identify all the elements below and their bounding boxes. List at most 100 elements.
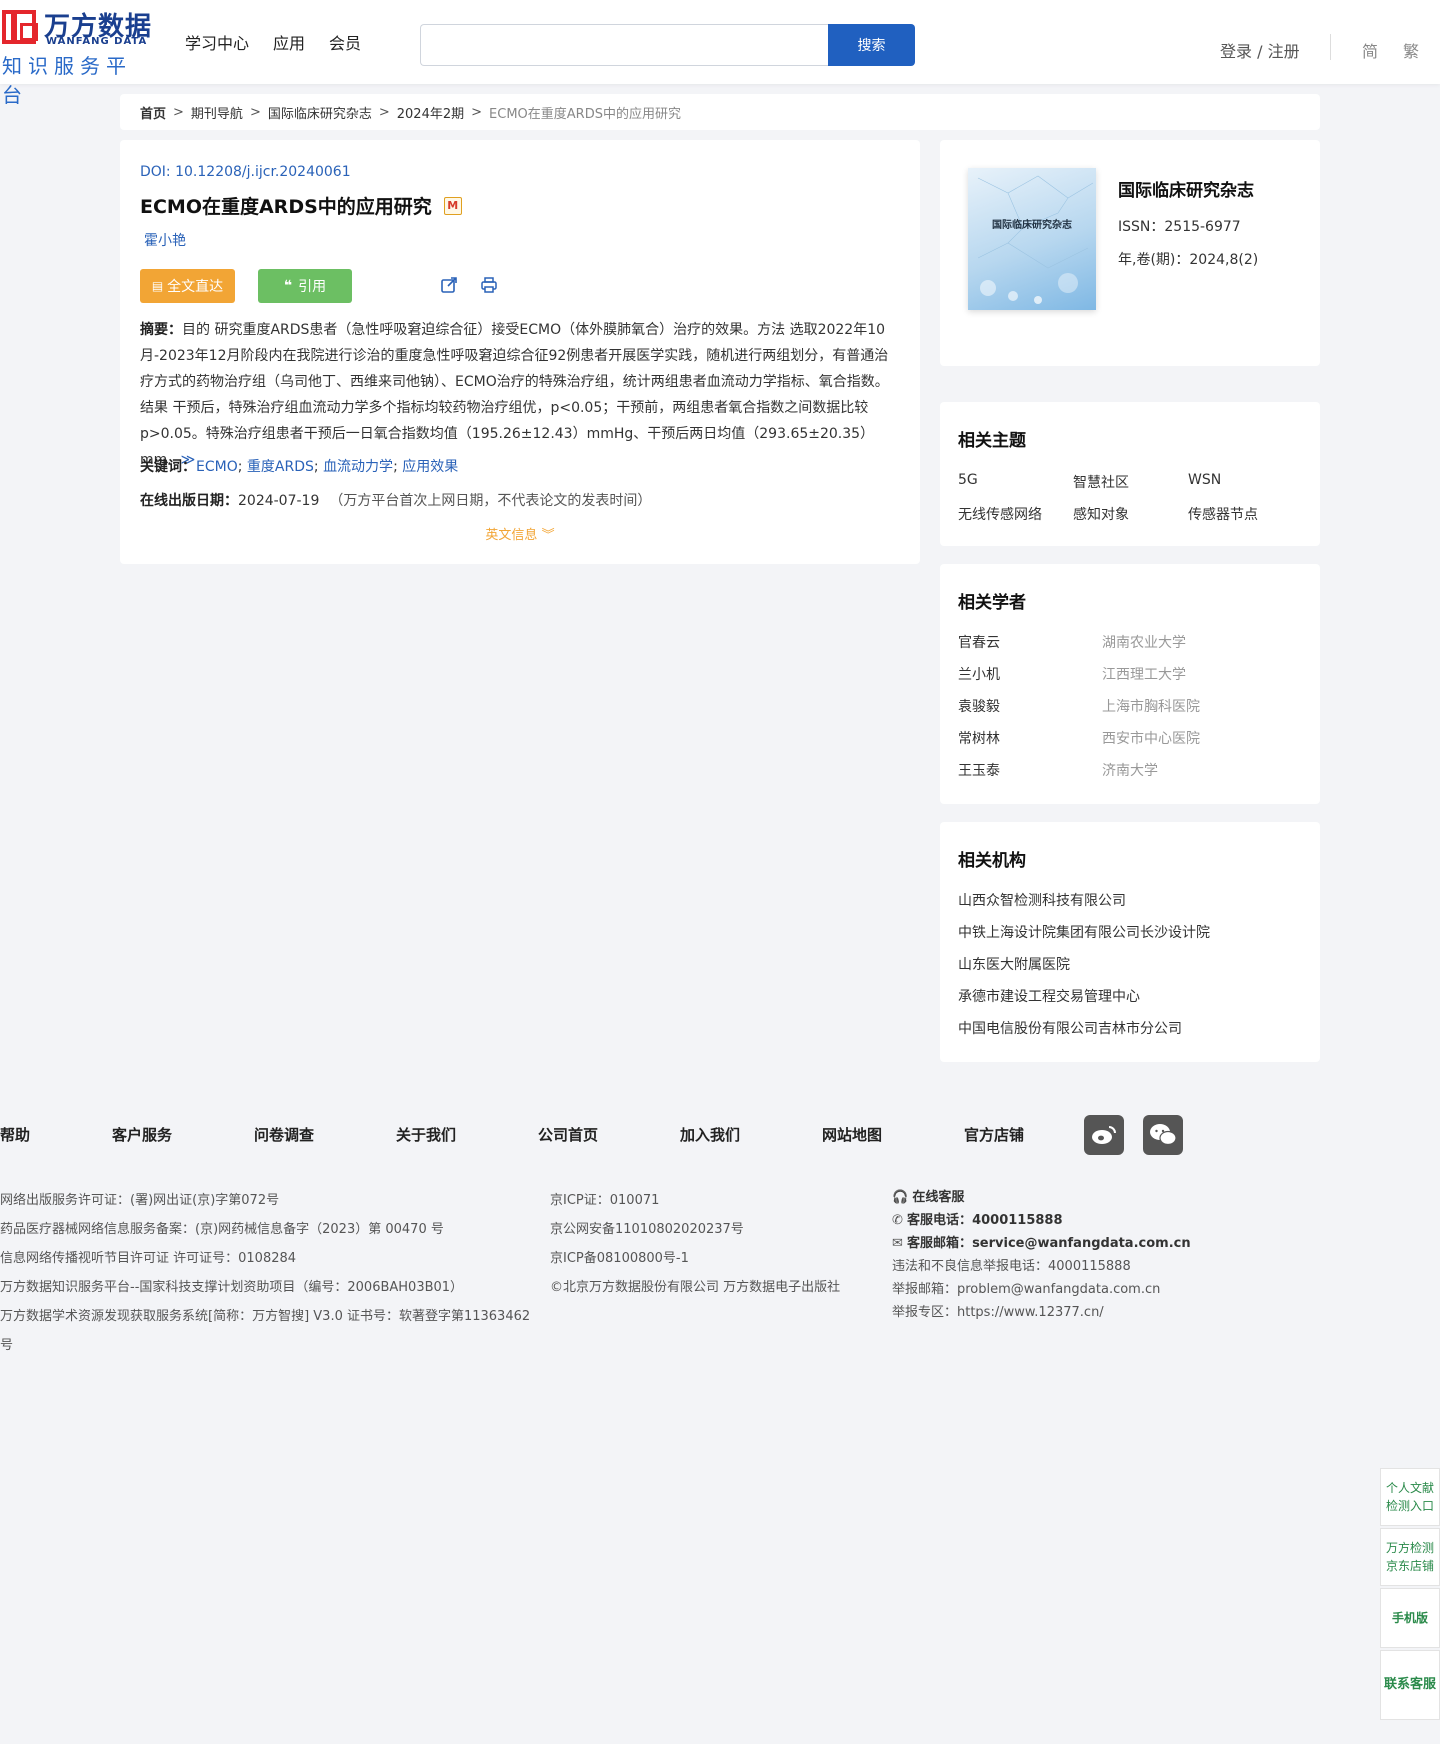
footer-link-store[interactable]: 官方店铺 bbox=[964, 1124, 1024, 1145]
footer-licenses: 网络出版服务许可证：(署)网出证(京)字第072号 药品医疗器械网络信息服务备案… bbox=[0, 1186, 540, 1360]
personal-check-entry[interactable]: 个人文献检测入口 bbox=[1380, 1468, 1440, 1526]
list-item: 官春云 湖南农业大学 bbox=[958, 632, 1298, 664]
journal-cover[interactable]: 国际临床研究杂志 bbox=[968, 168, 1096, 310]
doi-link[interactable]: 10.12208/j.ijcr.20240061 bbox=[175, 164, 351, 180]
topic-link[interactable]: WSN bbox=[1188, 472, 1298, 492]
footer-link-survey[interactable]: 问卷调查 bbox=[254, 1124, 314, 1145]
org-link[interactable]: 中铁上海设计院集团有限公司长沙设计院 bbox=[958, 925, 1210, 941]
nav-learning-center[interactable]: 学习中心 bbox=[185, 30, 249, 54]
weibo-icon[interactable] bbox=[1084, 1115, 1124, 1155]
footer-link-sitemap[interactable]: 网站地图 bbox=[822, 1124, 882, 1145]
breadcrumb-home[interactable]: 首页 bbox=[140, 103, 166, 122]
abstract-label: 摘要： bbox=[140, 322, 182, 338]
topic-link[interactable]: 感知对象 bbox=[1073, 504, 1188, 524]
footer-icp-line[interactable]: 京ICP备08100800号-1 bbox=[550, 1244, 870, 1273]
scholar-org[interactable]: 济南大学 bbox=[1102, 760, 1158, 792]
nav-membership[interactable]: 会员 bbox=[329, 30, 361, 54]
breadcrumb: 首页 > 期刊导航 > 国际临床研究杂志 > 2024年2期 > ECMO在重度… bbox=[120, 94, 1320, 130]
footer-icp-line[interactable]: 京公网安备11010802020237号 bbox=[550, 1215, 870, 1244]
abstract: 摘要：目的 研究重度ARDS患者（急性呼吸窘迫综合征）接受ECMO（体外膜肺氧合… bbox=[140, 317, 900, 473]
nav-apps[interactable]: 应用 bbox=[273, 30, 305, 54]
topic-link[interactable]: 传感器节点 bbox=[1188, 504, 1298, 524]
lang-simplified[interactable]: 简 bbox=[1362, 38, 1378, 62]
topic-link[interactable]: 无线传感网络 bbox=[958, 504, 1073, 524]
related-orgs-card: 相关机构 山西众智检测科技有限公司 中铁上海设计院集团有限公司长沙设计院 山东医… bbox=[940, 822, 1320, 1062]
keyword-link[interactable]: 应用效果 bbox=[402, 459, 458, 475]
scholar-org[interactable]: 湖南农业大学 bbox=[1102, 632, 1186, 664]
search-button[interactable]: 搜索 bbox=[828, 24, 915, 66]
online-service[interactable]: 🎧 在线客服 bbox=[892, 1186, 1222, 1209]
journal-name[interactable]: 国际临床研究杂志 bbox=[1118, 176, 1254, 201]
footer-link-company[interactable]: 公司首页 bbox=[538, 1124, 598, 1145]
keywords: 关键词：ECMO; 重度ARDS; 血流动力学; 应用效果 bbox=[140, 459, 459, 475]
publish-date-value: 2024-07-19 bbox=[238, 493, 320, 509]
search-input[interactable] bbox=[420, 24, 828, 66]
footer-license-line: 万方数据学术资源发现获取服务系统[简称：万方智搜] V3.0 证书号：软著登字第… bbox=[0, 1309, 531, 1353]
keyword-link[interactable]: 重度ARDS bbox=[247, 459, 314, 475]
footer-link-join[interactable]: 加入我们 bbox=[680, 1124, 740, 1145]
print-icon[interactable] bbox=[480, 276, 498, 294]
journal-issn: ISSN：2515-6977 bbox=[1118, 219, 1241, 235]
login-register-link[interactable]: 登录 / 注册 bbox=[1220, 38, 1300, 62]
wechat-icon[interactable] bbox=[1143, 1115, 1183, 1155]
service-phone: ✆ 客服电话：4000115888 bbox=[892, 1213, 1063, 1228]
org-link[interactable]: 山西众智检测科技有限公司 bbox=[958, 893, 1126, 909]
keyword-link[interactable]: ECMO bbox=[196, 459, 238, 475]
related-topics-title: 相关主题 bbox=[958, 431, 1026, 451]
scholar-name[interactable]: 袁骏毅 bbox=[958, 696, 1102, 728]
breadcrumb-separator: > bbox=[249, 104, 261, 120]
share-icon[interactable] bbox=[440, 276, 458, 294]
contact-service[interactable]: 联系客服 bbox=[1380, 1650, 1440, 1720]
author-link[interactable]: 霍小艳 bbox=[144, 230, 186, 250]
scholar-name[interactable]: 王玉泰 bbox=[958, 760, 1102, 792]
publish-date: 在线出版日期：2024-07-19 （万方平台首次上网日期，不代表论文的发表时间） bbox=[140, 490, 651, 510]
footer-link-about[interactable]: 关于我们 bbox=[396, 1124, 456, 1145]
jd-store-link[interactable]: 万方检测京东店铺 bbox=[1380, 1528, 1440, 1586]
report-zone[interactable]: 举报专区：https://www.12377.cn/ bbox=[892, 1301, 1222, 1324]
footer-icp-line[interactable]: 京ICP证：010071 bbox=[550, 1186, 870, 1215]
headset-icon: 🎧 bbox=[892, 1190, 909, 1205]
org-link[interactable]: 中国电信股份有限公司吉林市分公司 bbox=[958, 1021, 1182, 1037]
scholar-org[interactable]: 西安市中心医院 bbox=[1102, 728, 1200, 760]
scholar-org[interactable]: 上海市胸科医院 bbox=[1102, 696, 1200, 728]
org-link[interactable]: 承德市建设工程交易管理中心 bbox=[958, 989, 1140, 1005]
english-info-toggle[interactable]: 英文信息 ︾ bbox=[120, 524, 920, 543]
footer-link-service[interactable]: 客户服务 bbox=[112, 1124, 172, 1145]
keyword-link[interactable]: 血流动力学 bbox=[323, 459, 393, 475]
mobile-version[interactable]: 手机版 bbox=[1380, 1588, 1440, 1648]
m-badge-icon[interactable]: M bbox=[443, 196, 462, 215]
report-phone: 违法和不良信息举报电话：4000115888 bbox=[892, 1259, 1131, 1274]
related-scholars-title: 相关学者 bbox=[958, 593, 1026, 613]
lang-traditional[interactable]: 繁 bbox=[1403, 38, 1419, 62]
org-link[interactable]: 山东医大附属医院 bbox=[958, 957, 1070, 973]
scholar-name[interactable]: 常树林 bbox=[958, 728, 1102, 760]
article-card: DOI: 10.12208/j.ijcr.20240061 ECMO在重度ARD… bbox=[120, 140, 920, 564]
topic-link[interactable]: 智慧社区 bbox=[1073, 472, 1188, 492]
doi-label: DOI: bbox=[140, 164, 176, 180]
scholar-name[interactable]: 官春云 bbox=[958, 632, 1102, 664]
breadcrumb-journal[interactable]: 国际临床研究杂志 bbox=[268, 103, 372, 122]
journal-card: 国际临床研究杂志 国际临床研究杂志 ISSN：2515-6977 年,卷(期)：… bbox=[940, 140, 1320, 366]
breadcrumb-journal-nav[interactable]: 期刊导航 bbox=[191, 103, 243, 122]
list-item: 常树林 西安市中心医院 bbox=[958, 728, 1298, 760]
footer-contact: 🎧 在线客服 ✆ 客服电话：4000115888 ✉ 客服邮箱：service@… bbox=[892, 1186, 1222, 1324]
footer-link-help[interactable]: 帮助 bbox=[0, 1124, 30, 1145]
full-text-button[interactable]: ▤ 全文直达 bbox=[140, 269, 235, 303]
site-header: 万方数据 WANFANG DATA 知识服务平台 学习中心 应用 会员 搜索 登… bbox=[0, 0, 1440, 107]
report-email[interactable]: 举报邮箱：problem@wanfangdata.com.cn bbox=[892, 1278, 1222, 1301]
scholar-org[interactable]: 江西理工大学 bbox=[1102, 664, 1186, 696]
cite-label: 引用 bbox=[298, 279, 327, 295]
scholar-name[interactable]: 兰小机 bbox=[958, 664, 1102, 696]
breadcrumb-separator: > bbox=[471, 104, 483, 120]
service-email[interactable]: ✉ 客服邮箱：service@wanfangdata.com.cn bbox=[892, 1232, 1222, 1255]
footer-license-line: 万方数据知识服务平台--国家科技支撑计划资助项目（编号：2006BAH03B01… bbox=[0, 1280, 464, 1295]
related-topics-card: 相关主题 5G 智慧社区 WSN 无线传感网络 感知对象 传感器节点 bbox=[940, 402, 1320, 546]
topic-list: 5G 智慧社区 WSN 无线传感网络 感知对象 传感器节点 bbox=[958, 472, 1298, 524]
topic-link[interactable]: 5G bbox=[958, 472, 1073, 492]
scholar-list: 官春云 湖南农业大学 兰小机 江西理工大学 袁骏毅 上海市胸科医院 常树林 西安市中心医… bbox=[958, 632, 1298, 792]
site-logo[interactable]: 万方数据 WANFANG DATA 知识服务平台 bbox=[0, 6, 155, 107]
cite-button[interactable]: ❝ 引用 bbox=[258, 269, 352, 303]
footer-license-line: 网络出版服务许可证：(署)网出证(京)字第072号 bbox=[0, 1193, 280, 1208]
breadcrumb-issue[interactable]: 2024年2期 bbox=[397, 103, 464, 122]
footer-icp: 京ICP证：010071 京公网安备11010802020237号 京ICP备0… bbox=[550, 1186, 870, 1302]
